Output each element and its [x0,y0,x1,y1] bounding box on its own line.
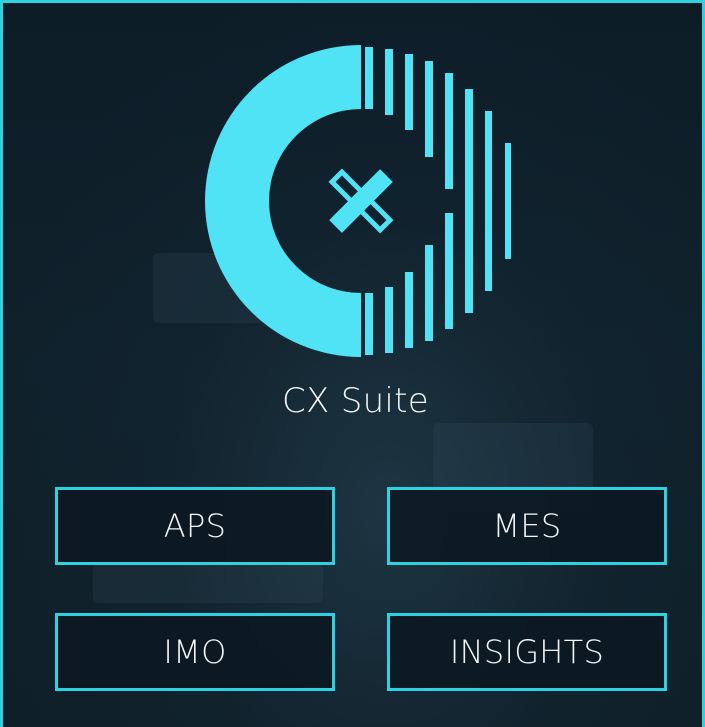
mes-button[interactable]: MES [387,487,667,565]
background-shape [93,563,323,603]
aps-button[interactable]: APS [55,487,335,565]
module-launcher-panel: CX Suite APS MES IMO INSIGHTS [0,0,705,727]
cx-logo-icon [205,45,511,357]
brand-title: CX Suite [281,381,430,421]
insights-button[interactable]: INSIGHTS [387,613,667,691]
imo-button[interactable]: IMO [55,613,335,691]
